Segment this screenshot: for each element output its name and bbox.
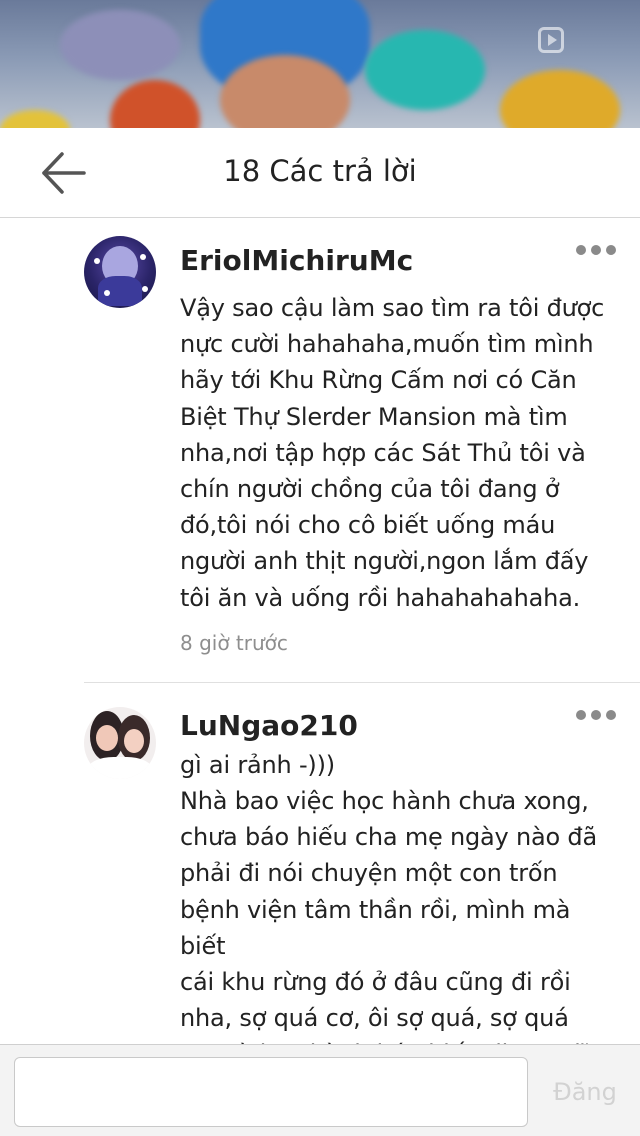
banner-art bbox=[365, 30, 485, 110]
comment-list[interactable]: EriolMichiruMc Vậy sao cậu làm sao tìm r… bbox=[0, 218, 640, 1044]
post-button[interactable]: Đăng bbox=[540, 1065, 630, 1119]
banner-art bbox=[0, 110, 70, 128]
avatar-figure bbox=[88, 756, 152, 779]
comment-text: gì ai rảnh -))) Nhà bao việc học hành ch… bbox=[180, 750, 597, 1044]
more-horizontal-icon bbox=[576, 709, 586, 720]
comment-text: Vậy sao cậu làm sao tìm ra tôi được nực … bbox=[180, 294, 605, 612]
more-options-button[interactable] bbox=[576, 240, 616, 260]
banner-art bbox=[60, 10, 180, 80]
page-title: 18 Các trả lời bbox=[223, 154, 417, 188]
reply-input[interactable] bbox=[14, 1057, 528, 1127]
video-banner[interactable] bbox=[0, 0, 640, 128]
avatar-figure bbox=[96, 724, 118, 751]
play-icon bbox=[538, 27, 564, 53]
replies-header: 18 Các trả lời bbox=[0, 128, 640, 218]
comment-item: LuNgao210 gì ai rảnh -))) Nhà bao việc h… bbox=[0, 683, 640, 1044]
avatar-decoration bbox=[142, 286, 148, 292]
more-horizontal-icon bbox=[606, 709, 616, 720]
avatar-decoration bbox=[104, 290, 110, 296]
reply-bar: Đăng bbox=[0, 1044, 640, 1136]
banner-art bbox=[500, 70, 620, 128]
avatar-figure bbox=[124, 728, 144, 753]
username[interactable]: EriolMichiruMc bbox=[180, 242, 610, 280]
comment-item: EriolMichiruMc Vậy sao cậu làm sao tìm r… bbox=[0, 218, 640, 682]
more-options-button[interactable] bbox=[576, 705, 616, 725]
more-horizontal-icon bbox=[576, 245, 586, 255]
banner-art bbox=[110, 80, 200, 128]
avatar[interactable] bbox=[84, 236, 156, 308]
avatar[interactable] bbox=[84, 706, 156, 779]
more-horizontal-icon bbox=[591, 709, 601, 720]
avatar-decoration bbox=[140, 254, 146, 260]
more-horizontal-icon bbox=[606, 245, 616, 255]
comment-timestamp: 8 giờ trước bbox=[180, 630, 288, 655]
username[interactable]: LuNgao210 bbox=[180, 707, 610, 745]
more-horizontal-icon bbox=[591, 245, 601, 255]
avatar-decoration bbox=[94, 258, 100, 264]
watermark bbox=[538, 22, 638, 58]
